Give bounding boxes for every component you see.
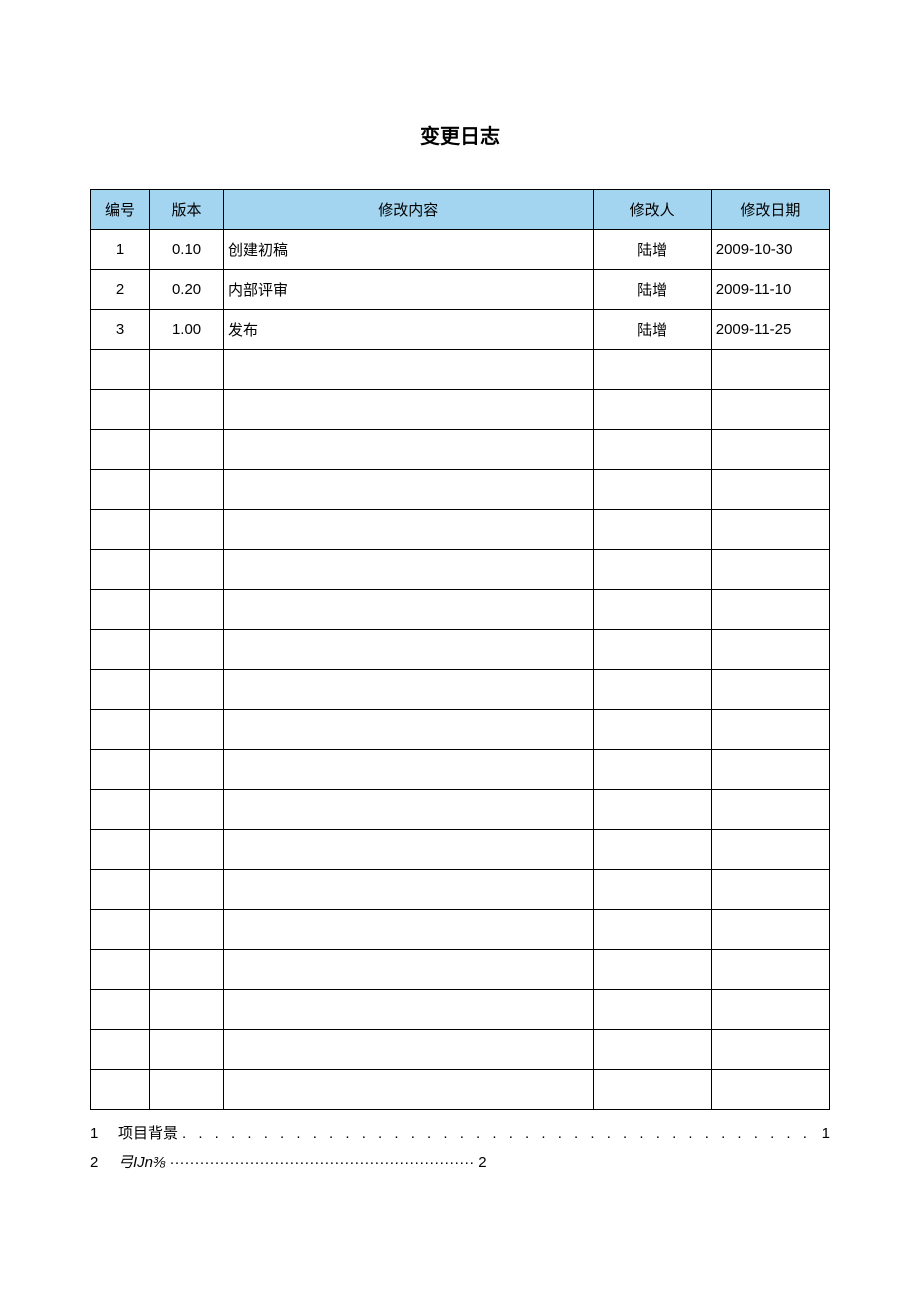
cell-id: 3: [91, 310, 150, 350]
col-id: 编号: [91, 190, 150, 230]
col-version: 版本: [150, 190, 224, 230]
table-row-empty: [91, 790, 830, 830]
table-row-empty: [91, 1070, 830, 1110]
cell-version: 0.20: [150, 270, 224, 310]
cell-content: 创建初稿: [224, 230, 594, 270]
table-row: 31.00发布陆增2009-11-25: [91, 310, 830, 350]
document-page: 变更日志 编号 版本 修改内容 修改人 修改日期 10.10创建初稿陆增2009…: [0, 0, 920, 1240]
cell-content: 发布: [224, 310, 594, 350]
table-row-empty: [91, 830, 830, 870]
cell-author: 陆增: [593, 270, 711, 310]
table-row-empty: [91, 550, 830, 590]
cell-date: 2009-11-10: [711, 270, 829, 310]
table-row-empty: [91, 510, 830, 550]
table-row: 10.10创建初稿陆增2009-10-30: [91, 230, 830, 270]
toc-page: 1: [818, 1125, 830, 1142]
toc-dots: . . . . . . . . . . . . . . . . . . . . …: [182, 1125, 818, 1142]
table-row-empty: [91, 950, 830, 990]
table-row-empty: [91, 990, 830, 1030]
cell-version: 1.00: [150, 310, 224, 350]
table-row-empty: [91, 630, 830, 670]
toc-label: 项目背景: [118, 1122, 182, 1143]
table-row-empty: [91, 670, 830, 710]
toc-num: 1: [90, 1125, 118, 1142]
table-row-empty: [91, 710, 830, 750]
cell-date: 2009-11-25: [711, 310, 829, 350]
table-row-empty: [91, 590, 830, 630]
table-body: 10.10创建初稿陆增2009-10-3020.20内部评审陆增2009-11-…: [91, 230, 830, 1110]
cell-id: 1: [91, 230, 150, 270]
toc: 1项目背景. . . . . . . . . . . . . . . . . .…: [90, 1122, 830, 1172]
table-row-empty: [91, 910, 830, 950]
table-row-empty: [91, 750, 830, 790]
table-row-empty: [91, 470, 830, 510]
table-row-empty: [91, 1030, 830, 1070]
table-row-empty: [91, 870, 830, 910]
cell-author: 陆增: [593, 230, 711, 270]
toc-label: 弓IJn⅜: [118, 1151, 170, 1172]
toc-dots: ········································…: [170, 1154, 475, 1171]
toc-num: 2: [90, 1154, 118, 1171]
toc-entry: 2弓IJn⅜··································…: [90, 1151, 830, 1172]
changelog-table: 编号 版本 修改内容 修改人 修改日期 10.10创建初稿陆增2009-10-3…: [90, 189, 830, 1110]
cell-date: 2009-10-30: [711, 230, 829, 270]
table-row-empty: [91, 430, 830, 470]
cell-author: 陆增: [593, 310, 711, 350]
cell-version: 0.10: [150, 230, 224, 270]
col-author: 修改人: [593, 190, 711, 230]
col-content: 修改内容: [224, 190, 594, 230]
col-date: 修改日期: [711, 190, 829, 230]
toc-page: 2: [474, 1154, 486, 1171]
cell-id: 2: [91, 270, 150, 310]
table-row-empty: [91, 390, 830, 430]
page-title: 变更日志: [90, 120, 830, 149]
table-row: 20.20内部评审陆增2009-11-10: [91, 270, 830, 310]
toc-entry: 1项目背景. . . . . . . . . . . . . . . . . .…: [90, 1122, 830, 1143]
cell-content: 内部评审: [224, 270, 594, 310]
table-header: 编号 版本 修改内容 修改人 修改日期: [91, 190, 830, 230]
table-row-empty: [91, 350, 830, 390]
